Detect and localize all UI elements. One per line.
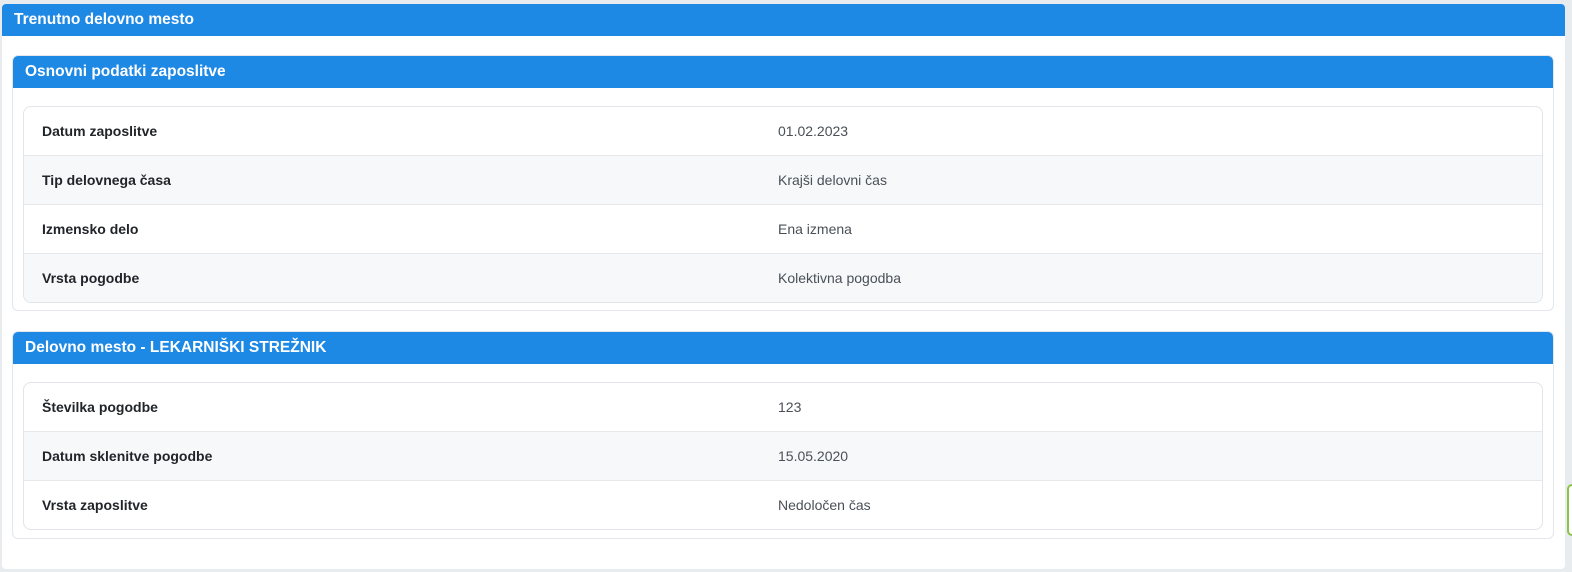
row-label: Izmensko delo — [42, 221, 139, 237]
row-value: Krajši delovni čas — [778, 172, 887, 188]
row-value: Nedoločen čas — [778, 497, 871, 513]
section-workplace: Delovno mesto - LEKARNIŠKI STREŽNIK Štev… — [12, 331, 1554, 539]
row-value: Kolektivna pogodba — [778, 270, 901, 286]
row-label: Tip delovnega časa — [42, 172, 171, 188]
row-label: Vrsta zaposlitve — [42, 497, 148, 513]
row-value: 15.05.2020 — [778, 448, 849, 464]
row-value: 01.02.2023 — [778, 123, 849, 139]
section-title: Delovno mesto - LEKARNIŠKI STREŽNIK — [13, 332, 1553, 364]
table-row: Številka pogodbe 123 — [24, 383, 1542, 431]
row-label: Vrsta pogodbe — [42, 270, 140, 286]
row-value: Ena izmena — [778, 221, 852, 237]
table-row: Vrsta pogodbe Kolektivna pogodba — [24, 253, 1542, 302]
workplace-table: Številka pogodbe 123 Datum sklenitve pog… — [23, 382, 1543, 530]
section-title: Osnovni podatki zaposlitve — [13, 56, 1553, 88]
table-row: Datum zaposlitve 01.02.2023 — [24, 107, 1542, 155]
page-title: Trenutno delovno mesto — [2, 4, 1565, 36]
row-label: Datum zaposlitve — [42, 123, 158, 139]
table-row: Izmensko delo Ena izmena — [24, 204, 1542, 253]
employment-basics-table: Datum zaposlitve 01.02.2023 Tip delovneg… — [23, 106, 1543, 303]
section-employment-basics: Osnovni podatki zaposlitve Datum zaposli… — [12, 55, 1554, 311]
table-row: Datum sklenitve pogodbe 15.05.2020 — [24, 431, 1542, 480]
current-workplace-card: Trenutno delovno mesto Osnovni podatki z… — [2, 4, 1565, 569]
side-panel-handle[interactable] — [1567, 484, 1572, 536]
row-value: 123 — [778, 399, 802, 415]
row-label: Datum sklenitve pogodbe — [42, 448, 213, 464]
row-label: Številka pogodbe — [42, 399, 158, 415]
table-row: Tip delovnega časa Krajši delovni čas — [24, 155, 1542, 204]
table-row: Vrsta zaposlitve Nedoločen čas — [24, 480, 1542, 529]
